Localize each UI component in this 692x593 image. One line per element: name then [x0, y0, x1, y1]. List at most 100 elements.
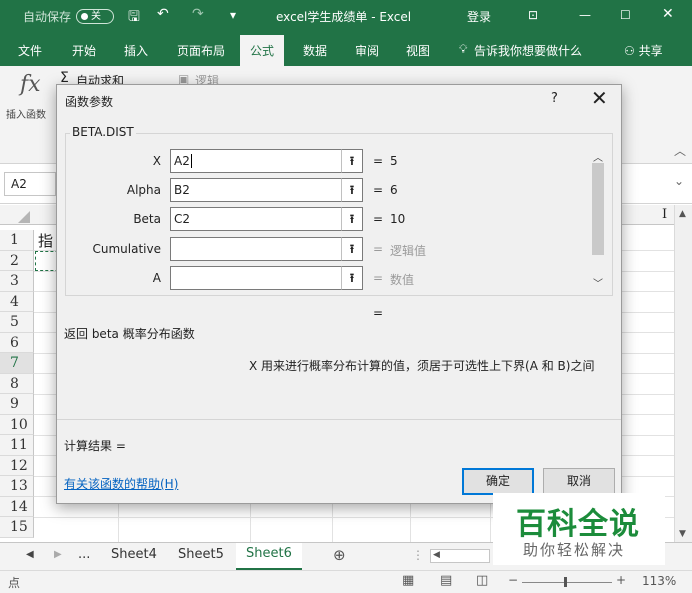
close-icon[interactable]: ✕	[662, 6, 674, 22]
tab-insert[interactable]: 插入	[124, 42, 148, 59]
tab-sheet6[interactable]: Sheet6	[236, 543, 302, 570]
help-button[interactable]: ?	[551, 91, 558, 106]
cancel-button[interactable]: 取消	[543, 468, 615, 495]
insert-function-label[interactable]: 插入函数	[6, 106, 46, 121]
arg-equals: =	[373, 212, 384, 226]
row-header[interactable]: 10	[0, 414, 34, 435]
collapse-dialog-icon[interactable]: ⭱	[341, 207, 363, 231]
arguments-scrollbar[interactable]: ︿ ﹀	[590, 149, 606, 291]
tab-sheet4[interactable]: Sheet4	[111, 547, 157, 562]
autosave-toggle[interactable]: 关	[76, 9, 114, 24]
arg-equals: =	[373, 271, 384, 285]
scroll-left-icon[interactable]: ◀	[433, 550, 440, 560]
row-header-selected[interactable]: 7	[0, 353, 34, 374]
page-break-view-icon[interactable]: ◫	[476, 573, 488, 588]
collapse-dialog-icon[interactable]: ⭱	[341, 178, 363, 202]
zoom-slider[interactable]	[522, 582, 612, 583]
dialog-close-icon[interactable]: ✕	[591, 87, 608, 109]
signin-link[interactable]: 登录	[467, 8, 491, 25]
tab-data[interactable]: 数据	[303, 42, 327, 59]
arg-hint-a: 数值	[390, 273, 415, 287]
row-header[interactable]: 4	[0, 291, 34, 312]
scroll-down-icon[interactable]: ▼	[679, 529, 686, 539]
row-header[interactable]: 13	[0, 476, 34, 497]
row-header[interactable]: 6	[0, 332, 34, 353]
collapse-dialog-icon[interactable]: ⭱	[341, 237, 363, 261]
row-header[interactable]: 5	[0, 312, 34, 333]
function-help-link[interactable]: 有关该函数的帮助(H)	[64, 475, 178, 492]
row-header[interactable]: 8	[0, 373, 34, 394]
arg-input-alpha[interactable]: B2	[170, 178, 342, 202]
column-header-i[interactable]: I	[662, 207, 667, 222]
scroll-thumb[interactable]	[592, 163, 604, 255]
undo-icon[interactable]: ↶	[157, 6, 169, 22]
tell-me-box[interactable]: 告诉我你想要做什么	[474, 42, 582, 59]
redo-icon[interactable]: ↷	[192, 6, 204, 22]
select-all-icon[interactable]	[18, 211, 30, 223]
arg-input-beta[interactable]: C2	[170, 207, 342, 231]
expand-formula-icon[interactable]: ⌄	[674, 174, 684, 188]
watermark-title: 百科全说	[516, 507, 640, 542]
function-result-equals: =	[373, 306, 384, 320]
tab-sheet5[interactable]: Sheet5	[178, 547, 224, 562]
arg-label-alpha: Alpha	[126, 183, 161, 197]
row-header[interactable]: 11	[0, 435, 34, 456]
row-header[interactable]: 1	[0, 230, 34, 251]
function-arguments-dialog: 函数参数 ? ✕ BETA.DIST X A2 ⭱ = 5 Alpha B2 ⭱…	[56, 84, 622, 504]
ribbon-tabs: 文件 开始 插入 页面布局 公式 数据 审阅 视图 💡︎ 告诉我你想要做什么 ⚇…	[0, 33, 692, 66]
row-header[interactable]: 12	[0, 455, 34, 476]
collapse-dialog-icon[interactable]: ⭱	[341, 149, 363, 173]
scroll-down-icon[interactable]: ﹀	[593, 275, 603, 290]
tab-page-layout[interactable]: 页面布局	[177, 42, 225, 59]
document-title: excel学生成绩单 - Excel	[276, 10, 412, 24]
more-sheets[interactable]: ...	[78, 547, 90, 562]
page-layout-view-icon[interactable]: ▤	[440, 573, 452, 588]
arg-result-x: 5	[390, 154, 398, 168]
arg-label-x: X	[152, 154, 161, 168]
tab-formulas[interactable]: 公式	[240, 35, 285, 66]
share-button[interactable]: ⚇ 共享	[624, 42, 663, 59]
scroll-up-icon[interactable]: ▲	[679, 209, 686, 219]
arg-label-beta: Beta	[133, 212, 161, 226]
vertical-scrollbar[interactable]: ▲ ▼	[674, 205, 692, 542]
zoom-slider-thumb[interactable]	[564, 577, 567, 587]
customize-qat-icon[interactable]: ▾	[230, 8, 236, 22]
tab-view[interactable]: 视图	[406, 42, 430, 59]
tab-review[interactable]: 审阅	[355, 42, 379, 59]
ok-button[interactable]: 确定	[462, 468, 534, 495]
name-box[interactable]: A2	[4, 172, 56, 196]
next-sheet-icon[interactable]: ▶	[54, 549, 62, 560]
arg-input-a[interactable]	[170, 266, 342, 290]
zoom-level[interactable]: 113%	[642, 574, 676, 588]
zoom-out-icon[interactable]: −	[508, 573, 518, 587]
arg-input-x-value: A2	[174, 154, 190, 168]
insert-function-icon[interactable]: fx	[20, 72, 41, 97]
tab-home[interactable]: 开始	[72, 42, 96, 59]
arg-input-cumulative[interactable]	[170, 237, 342, 261]
normal-view-icon[interactable]: ▦	[402, 573, 414, 588]
row-header[interactable]: 15	[0, 517, 34, 538]
row-header[interactable]: 9	[0, 394, 34, 415]
row-header[interactable]: 3	[0, 271, 34, 292]
row-header[interactable]: 2	[0, 250, 34, 271]
arg-input-x[interactable]: A2	[170, 149, 342, 173]
horizontal-scrollbar[interactable]: ◀	[430, 549, 490, 563]
scroll-up-icon[interactable]: ︿	[593, 149, 603, 164]
save-icon[interactable]: 🖫	[128, 6, 140, 30]
ribbon-display-options-icon[interactable]: ⊡	[528, 8, 538, 22]
function-description: 返回 beta 概率分布函数	[64, 327, 195, 341]
status-mode: 点	[8, 576, 21, 590]
minimize-icon[interactable]: —	[579, 8, 591, 22]
collapse-ribbon-icon[interactable]: ︿	[674, 142, 686, 159]
zoom-in-icon[interactable]: +	[616, 573, 626, 587]
tab-splitter-icon[interactable]: ⋮	[412, 548, 424, 562]
row-header[interactable]: 14	[0, 496, 34, 517]
prev-sheet-icon[interactable]: ◀	[26, 549, 34, 560]
maximize-icon[interactable]: ☐	[620, 8, 631, 22]
cell-a1[interactable]: 指	[38, 230, 53, 251]
collapse-dialog-icon[interactable]: ⭱	[341, 266, 363, 290]
add-sheet-icon[interactable]: ⊕	[333, 546, 346, 564]
text-cursor	[190, 154, 192, 168]
tab-file[interactable]: 文件	[18, 42, 42, 59]
share-label: 共享	[638, 44, 663, 58]
